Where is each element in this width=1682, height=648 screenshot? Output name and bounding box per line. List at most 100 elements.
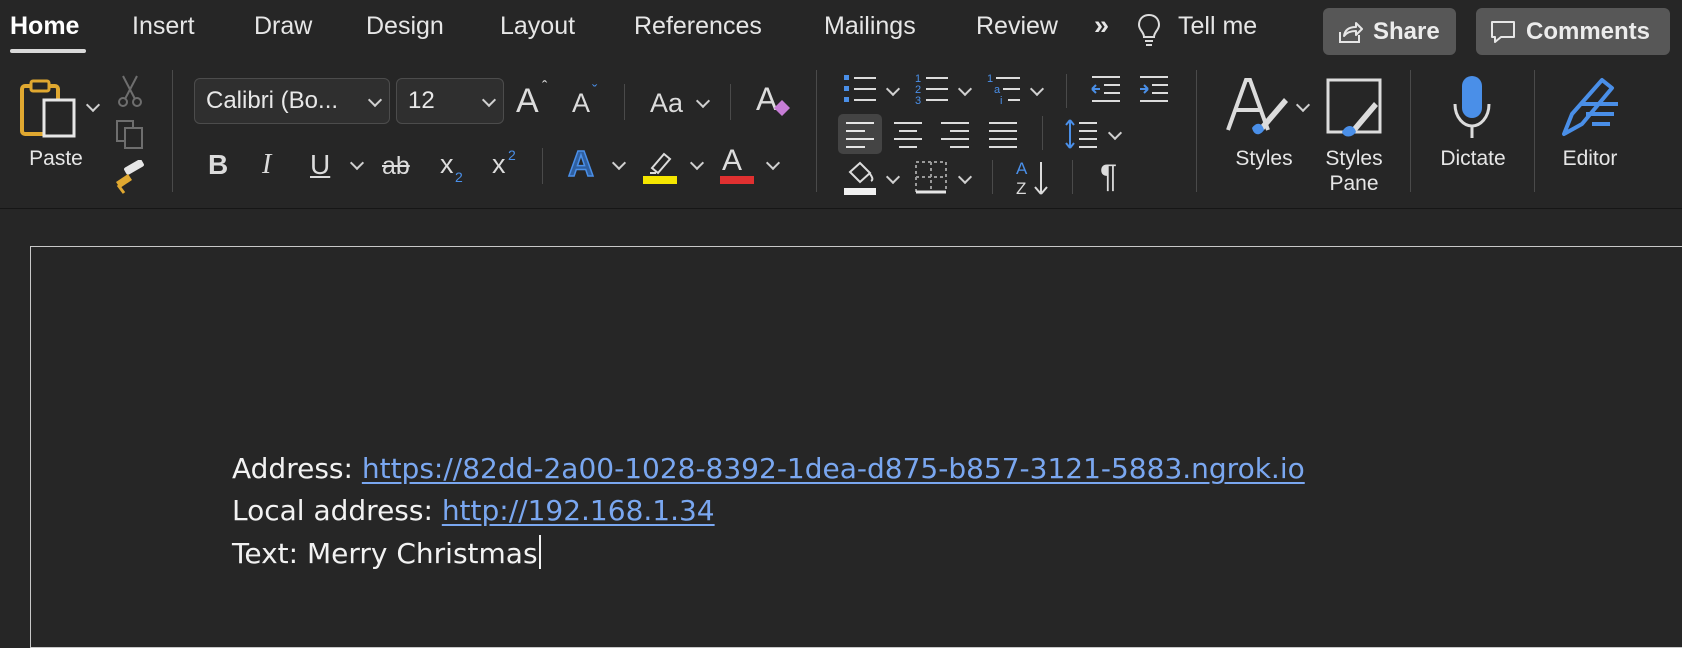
italic-button[interactable]: I — [262, 151, 271, 179]
svg-text:A: A — [756, 82, 778, 117]
document-line-local-address[interactable]: Local address: http://192.168.1.34 — [232, 494, 715, 527]
comments-button[interactable]: Comments — [1476, 8, 1670, 55]
chevron-down-icon — [885, 169, 901, 185]
paste-options-chevron-icon[interactable] — [85, 97, 101, 113]
ngrok-address-link[interactable]: https://82dd-2a00-1028-8392-1dea-d875-b8… — [362, 452, 1305, 485]
separator — [624, 84, 625, 120]
separator — [1072, 160, 1073, 194]
separator — [1066, 74, 1067, 108]
tell-me-search[interactable]: Tell me — [1178, 12, 1257, 41]
borders-icon[interactable] — [914, 160, 948, 194]
underline-button[interactable]: U — [310, 151, 330, 179]
increase-indent-icon[interactable] — [1138, 74, 1170, 104]
shading-icon[interactable] — [842, 160, 878, 196]
superscript-button[interactable]: x — [492, 151, 506, 178]
paste-icon[interactable] — [18, 78, 80, 140]
superscript-mark: 2 — [508, 147, 516, 163]
text-cursor — [538, 535, 541, 569]
separator — [1410, 70, 1411, 192]
tab-insert[interactable]: Insert — [132, 12, 195, 41]
chevron-down-icon — [1107, 125, 1123, 141]
tab-layout[interactable]: Layout — [500, 12, 575, 41]
subscript-mark: 2 — [455, 169, 463, 185]
tab-references[interactable]: References — [634, 12, 762, 41]
styles-pane-label-line2: Pane — [1329, 172, 1379, 195]
subscript-button[interactable]: x — [440, 151, 454, 178]
highlight-icon[interactable] — [642, 146, 678, 184]
separator — [172, 70, 173, 192]
text-line-content: Text: Merry Christmas — [232, 537, 538, 570]
separator — [816, 70, 817, 192]
paste-label: Paste — [29, 147, 83, 170]
dictate-label: Dictate — [1440, 147, 1506, 170]
tab-design[interactable]: Design — [366, 12, 444, 41]
grow-caret-icon: ˆ — [542, 79, 548, 96]
chevron-down-icon — [695, 93, 711, 109]
lightbulb-icon[interactable] — [1137, 13, 1161, 47]
sort-z-label: Z — [1016, 179, 1027, 198]
bullets-icon[interactable] — [842, 72, 878, 106]
align-right-icon[interactable] — [940, 120, 970, 148]
change-case-button[interactable]: Aa — [650, 90, 683, 117]
share-icon — [1339, 21, 1363, 43]
styles-gallery-chevron-icon[interactable] — [1295, 97, 1311, 113]
font-color-button[interactable]: A — [722, 146, 742, 176]
chevron-down-icon — [885, 81, 901, 97]
line-spacing-icon[interactable] — [1064, 118, 1098, 150]
font-family-value: Calibri (Bo... — [206, 87, 339, 114]
font-family-select[interactable]: Calibri (Bo... — [194, 78, 390, 124]
ribbon-tabs: Home Insert Draw Design Layout Reference… — [0, 0, 1682, 58]
comment-icon — [1491, 20, 1515, 43]
document-line-address[interactable]: Address: https://82dd-2a00-1028-8392-1de… — [232, 452, 1305, 485]
multilevel-list-icon[interactable]: 1 a i — [986, 72, 1022, 106]
tab-review[interactable]: Review — [976, 12, 1058, 41]
chevron-down-icon — [765, 155, 781, 171]
bold-button[interactable]: B — [208, 151, 228, 179]
shrink-font-button[interactable]: A — [572, 90, 590, 117]
separator — [1534, 70, 1535, 192]
align-center-icon[interactable] — [893, 120, 923, 148]
editor-label: Editor — [1562, 147, 1618, 170]
cut-icon[interactable] — [117, 74, 143, 108]
underline-options-chevron-icon[interactable] — [349, 155, 365, 171]
font-color-swatch — [720, 176, 754, 184]
chevron-down-icon — [611, 155, 627, 171]
styles-label: Styles — [1235, 147, 1293, 170]
address-prefix: Address: — [232, 452, 362, 485]
justify-icon[interactable] — [988, 120, 1018, 148]
document-page[interactable] — [30, 246, 1682, 648]
tab-draw[interactable]: Draw — [254, 12, 312, 41]
svg-text:3: 3 — [915, 95, 921, 106]
copy-icon[interactable] — [114, 118, 146, 150]
clear-formatting-icon[interactable]: A — [754, 82, 792, 118]
local-address-link[interactable]: http://192.168.1.34 — [442, 494, 715, 527]
sort-a-label: A — [1016, 159, 1028, 178]
styles-pane-icon[interactable] — [1326, 78, 1382, 140]
chevron-down-icon — [957, 169, 973, 185]
separator — [730, 84, 731, 120]
text-effects-button[interactable]: A — [567, 145, 595, 183]
active-tab-indicator — [10, 49, 86, 53]
grow-font-button[interactable]: A — [516, 84, 539, 118]
svg-text:1: 1 — [987, 73, 993, 85]
decrease-indent-icon[interactable] — [1090, 74, 1122, 104]
numbering-icon[interactable]: 1 2 3 — [914, 72, 950, 106]
strikethrough-button[interactable]: ab — [382, 154, 410, 179]
document-line-text[interactable]: Text: Merry Christmas — [232, 535, 541, 570]
more-tabs-button[interactable]: » — [1094, 10, 1109, 41]
comments-label: Comments — [1526, 17, 1651, 45]
show-formatting-marks-button[interactable]: ¶ — [1100, 160, 1117, 192]
separator — [1196, 70, 1197, 192]
microphone-icon[interactable] — [1452, 74, 1492, 140]
align-left-icon[interactable] — [845, 120, 875, 148]
styles-icon[interactable] — [1224, 74, 1292, 140]
editor-icon[interactable] — [1558, 74, 1622, 140]
tab-mailings[interactable]: Mailings — [824, 12, 916, 41]
format-painter-icon[interactable] — [112, 160, 148, 194]
chevron-down-icon — [957, 81, 973, 97]
ribbon: Home Insert Draw Design Layout Reference… — [0, 0, 1682, 209]
tab-home[interactable]: Home — [10, 12, 79, 41]
share-button[interactable]: Share — [1323, 8, 1456, 55]
share-label: Share — [1373, 17, 1440, 45]
sort-icon[interactable] — [1032, 160, 1050, 196]
